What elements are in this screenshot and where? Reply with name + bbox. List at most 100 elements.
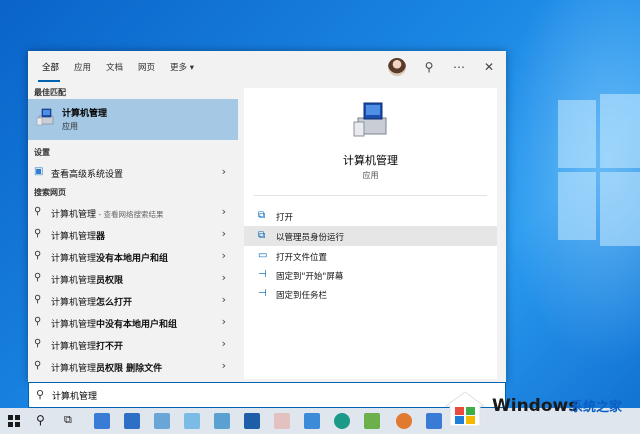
action-label: 固定到任务栏 (276, 291, 328, 301)
settings-item[interactable]: ▣ 查看高级系统设置 › (28, 162, 238, 182)
computer-management-icon (353, 102, 387, 137)
wallpaper-logo (558, 94, 640, 250)
section-settings: 设置 (34, 148, 50, 157)
app-icon[interactable] (274, 413, 290, 429)
task-view-icon[interactable]: ⧉ (64, 413, 80, 429)
run-as-admin-icon: ⧉ (258, 230, 266, 241)
file-location-icon: ▭ (258, 250, 268, 261)
watermark-site: 系统之家 (570, 400, 623, 415)
firefox-icon[interactable] (396, 413, 412, 429)
best-match-title: 计算机管理 (62, 109, 108, 119)
search-icon: ⚲ (34, 228, 42, 239)
more-icon[interactable]: ⋯ (452, 60, 466, 74)
store-icon[interactable] (244, 413, 260, 429)
chevron-right-icon: › (221, 249, 226, 262)
mail-icon[interactable] (124, 413, 140, 429)
search-box[interactable]: ⚲ (28, 382, 506, 408)
detail-pane: 计算机管理 应用 ⧉ 打开 ⧉ 以管理员身份运行 ▭ 打开文件位置 ⊣ 固定到"… (244, 88, 497, 379)
watermark-brand: Windows (492, 396, 579, 416)
web-result-query: 计算机管理 (51, 232, 97, 242)
web-result-suggestion: 中没有本地用户和组 (96, 320, 178, 330)
search-icon: ⚲ (34, 316, 42, 327)
action-label: 固定到"开始"屏幕 (276, 272, 344, 282)
web-result-suggestion: 没有本地用户和组 (96, 254, 169, 264)
search-icon: ⚲ (34, 272, 42, 283)
web-result-item[interactable]: ⚲ 计算机管理员权限 › (28, 268, 238, 288)
chevron-right-icon: › (221, 337, 226, 350)
pin-taskbar-icon: ⊣ (258, 288, 267, 299)
web-result-suggestion: 怎么打开 (96, 298, 133, 308)
web-result-item[interactable]: ⚲ 计算机管理怎么打开 › (28, 290, 238, 310)
tab-more[interactable]: 更多 ▾ (170, 61, 194, 73)
app-icon[interactable] (304, 413, 320, 429)
search-icon[interactable]: ⚲ (36, 413, 52, 429)
edge-icon[interactable] (334, 413, 350, 429)
web-result-item[interactable]: ⚲ 计算机管理 - 查看网络搜索结果 › (28, 202, 238, 222)
divider (254, 195, 487, 196)
chevron-right-icon: › (221, 227, 226, 240)
search-icon: ⚲ (34, 250, 42, 261)
web-result-suggestion: 打不开 (96, 342, 124, 352)
watermark-logo (444, 391, 486, 427)
best-match-subtitle: 应用 (62, 122, 78, 131)
web-result-item[interactable]: ⚲ 计算机管理中没有本地用户和组 › (28, 312, 238, 332)
app-icon[interactable] (94, 413, 110, 429)
close-icon[interactable]: ✕ (482, 60, 496, 74)
web-result-suggestion: 员权限 (96, 276, 124, 286)
web-result-query: 计算机管理 (51, 364, 97, 374)
tab-all[interactable]: 全部 (42, 61, 59, 73)
watermark: Windows 系统之家 (444, 388, 634, 428)
detail-title: 计算机管理 (343, 154, 398, 167)
chevron-right-icon: › (221, 165, 226, 178)
computer-management-icon (36, 108, 54, 126)
search-icon: ⚲ (34, 360, 42, 371)
search-icon: ⚲ (36, 388, 45, 401)
chevron-right-icon: › (221, 293, 226, 306)
web-result-item[interactable]: ⚲ 计算机管理器 › (28, 224, 238, 244)
web-result-item[interactable]: ⚲ 计算机管理没有本地用户和组 › (28, 246, 238, 266)
web-result-query: 计算机管理 (51, 342, 97, 352)
action-run-as-admin[interactable]: ⧉ 以管理员身份运行 (244, 226, 497, 246)
tab-web[interactable]: 网页 (138, 61, 155, 73)
action-label: 以管理员身份运行 (276, 233, 345, 243)
chevron-right-icon: › (221, 315, 226, 328)
search-input[interactable] (52, 387, 352, 403)
action-open-file-location[interactable]: ▭ 打开文件位置 (244, 246, 497, 266)
start-button[interactable] (8, 415, 20, 427)
avatar[interactable] (388, 58, 406, 76)
feedback-icon[interactable]: ⚲ (422, 60, 436, 74)
web-result-query: 计算机管理 (51, 210, 97, 220)
app-icon[interactable] (426, 413, 442, 429)
app-icon[interactable] (364, 413, 380, 429)
system-settings-icon: ▣ (34, 166, 44, 177)
app-icon[interactable] (154, 413, 170, 429)
section-web: 搜索网页 (34, 188, 66, 197)
web-result-query: 计算机管理 (51, 276, 97, 286)
action-open[interactable]: ⧉ 打开 (244, 206, 497, 226)
results-list: 最佳匹配 计算机管理 应用 设置 ▣ 查看高级系统设置 › 搜索网页 ⚲ 计算机… (28, 84, 238, 382)
chevron-right-icon: › (221, 359, 226, 372)
detail-subtitle: 应用 (362, 171, 379, 180)
search-icon: ⚲ (34, 338, 42, 349)
search-icon: ⚲ (34, 206, 42, 217)
tab-active-indicator (38, 80, 60, 82)
app-icon[interactable] (184, 413, 200, 429)
best-match-item[interactable]: 计算机管理 应用 (28, 99, 238, 140)
tab-documents[interactable]: 文档 (106, 61, 123, 73)
tab-apps[interactable]: 应用 (74, 61, 91, 73)
action-pin-taskbar[interactable]: ⊣ 固定到任务栏 (244, 284, 497, 304)
web-result-query: 计算机管理 (51, 298, 97, 308)
search-tabs: 全部 应用 文档 网页 更多 ▾ ⚲ ⋯ ✕ (28, 51, 506, 84)
web-result-item[interactable]: ⚲ 计算机管理员权限 删除文件 › (28, 356, 238, 376)
chevron-right-icon: › (221, 205, 226, 218)
search-icon: ⚲ (34, 294, 42, 305)
action-label: 打开文件位置 (276, 253, 328, 263)
web-result-query: 计算机管理 (51, 320, 97, 330)
action-pin-start[interactable]: ⊣ 固定到"开始"屏幕 (244, 265, 497, 285)
chevron-right-icon: › (221, 271, 226, 284)
web-result-suggestion: 员权限 删除文件 (96, 364, 163, 374)
web-result-item[interactable]: ⚲ 计算机管理打不开 › (28, 334, 238, 354)
app-icon[interactable] (214, 413, 230, 429)
open-icon: ⧉ (258, 210, 266, 221)
pin-start-icon: ⊣ (258, 269, 267, 280)
